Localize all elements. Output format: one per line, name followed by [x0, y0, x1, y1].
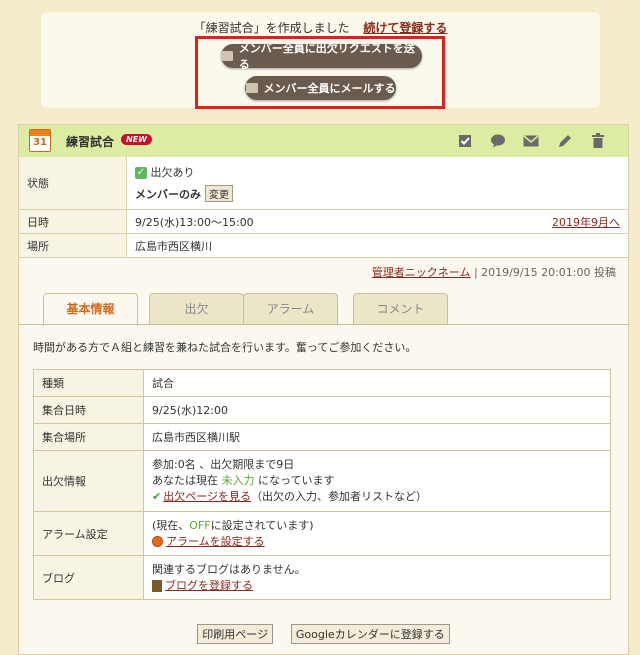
attendance-flag: 出欠あり	[150, 166, 195, 179]
event-panel: 31 練習試合 NEW 状態 ✓ 出欠あり メンバーのみ 変更 日時 9/25(…	[18, 124, 629, 655]
comment-icon[interactable]	[490, 133, 506, 149]
bottom-buttons: 印刷用ページ Googleカレンダーに登録する	[19, 624, 628, 644]
meet-time-label: 集合日時	[33, 396, 144, 424]
register-blog-link[interactable]: ブログを登録する	[165, 579, 253, 592]
status-value: ✓ 出欠あり メンバーのみ 変更	[126, 157, 628, 210]
attendance-status-line: あなたは現在 未入力 になっています	[152, 473, 602, 489]
checkmark-icon: ✓	[135, 167, 147, 179]
posted-info: 管理者ニックネーム | 2019/9/15 20:01:00 投稿	[372, 264, 616, 280]
attendance-info-value: 参加:0名 、出欠期限まで9日 あなたは現在 未入力 になっています ✔ 出欠ペー…	[143, 450, 611, 512]
visibility-value: メンバーのみ	[135, 188, 201, 201]
notice-message-line: 「練習試合」を作成しました 続けて登録する	[41, 19, 600, 36]
posted-date: | 2019/9/15 20:01:00 投稿	[473, 266, 616, 279]
attendance-link-note: （出欠の入力、参加者リストなど）	[251, 490, 427, 503]
date-value: 9/25(水)13:00〜15:00	[135, 215, 254, 229]
blog-icon	[152, 579, 162, 592]
event-header: 31 練習試合 NEW	[19, 125, 628, 158]
table-row: 種類 試合	[33, 369, 611, 397]
trash-icon[interactable]	[590, 133, 606, 149]
print-page-button[interactable]: 印刷用ページ	[197, 624, 274, 644]
blog-none-text: 関連するブログはありません。	[152, 562, 306, 576]
alarm-clock-icon	[152, 536, 163, 547]
edit-icon[interactable]	[557, 133, 573, 149]
place-label: 場所	[19, 233, 127, 258]
continue-register-link[interactable]: 続けて登録する	[363, 21, 447, 35]
set-alarm-link[interactable]: アラームを設定する	[166, 535, 265, 548]
meet-time-value: 9/25(水)12:00	[143, 396, 611, 424]
tab-alarm[interactable]: アラーム	[243, 293, 338, 325]
notice-message: 「練習試合」を作成しました	[193, 21, 350, 35]
event-title: 練習試合	[66, 135, 115, 149]
status-unentered: 未入力	[221, 474, 255, 487]
attendance-summary: 参加:0名 、出欠期限まで9日	[152, 458, 295, 471]
type-label: 種類	[33, 369, 144, 397]
tab-attendance[interactable]: 出欠	[149, 293, 244, 325]
status-prefix: あなたは現在	[152, 474, 218, 487]
google-calendar-button[interactable]: Googleカレンダーに登録する	[290, 624, 450, 644]
checkmark-icon: ✔	[152, 490, 162, 503]
table-row: 集合場所 広島市西区横川駅	[33, 423, 611, 451]
detail-table: 種類 試合 集合日時 9/25(水)12:00 集合場所 広島市西区横川駅 出欠…	[33, 369, 611, 600]
month-link[interactable]: 2019年9月へ	[552, 214, 620, 230]
status-label: 状態	[19, 157, 127, 210]
alarm-setting-label: アラーム設定	[33, 511, 144, 556]
alarm-off-text: OFF	[189, 518, 211, 532]
mail-icon[interactable]	[523, 133, 539, 149]
author-link[interactable]: 管理者ニックネーム	[372, 266, 471, 279]
blog-value: 関連するブログはありません。 ブログを登録する	[143, 555, 611, 600]
tab-basic-info[interactable]: 基本情報	[43, 293, 138, 326]
event-description: 時間がある方でＡ組と練習を兼ねた試合を行います。奮ってご参加ください。	[33, 341, 417, 354]
status-row: 状態 ✓ 出欠あり メンバーのみ 変更	[19, 157, 628, 210]
attendance-info-label: 出欠情報	[33, 450, 144, 512]
date-label: 日時	[19, 209, 127, 234]
place-value: 広島市西区横川	[126, 233, 628, 258]
tab-divider	[19, 324, 628, 325]
date-cell: 9/25(水)13:00〜15:00 2019年9月へ	[126, 209, 628, 234]
table-row: 出欠情報 参加:0名 、出欠期限まで9日 あなたは現在 未入力 になっています …	[33, 450, 611, 512]
tab-comment[interactable]: コメント	[353, 293, 448, 325]
alarm-suffix: に設定されています)	[210, 518, 314, 532]
checkbox-icon[interactable]	[457, 133, 473, 149]
place-row: 場所 広島市西区横川	[19, 233, 628, 258]
type-value: 試合	[143, 369, 611, 397]
change-visibility-button[interactable]: 変更	[205, 185, 233, 202]
table-row: 集合日時 9/25(水)12:00	[33, 396, 611, 424]
status-suffix: になっています	[258, 474, 335, 487]
alarm-setting-value: (現在、OFFに設定されています) アラームを設定する	[143, 511, 611, 556]
alarm-prefix: (現在、	[152, 518, 190, 532]
meet-place-label: 集合場所	[33, 423, 144, 451]
table-row: ブログ 関連するブログはありません。 ブログを登録する	[33, 555, 611, 600]
table-row: アラーム設定 (現在、OFFに設定されています) アラームを設定する	[33, 511, 611, 556]
attendance-page-link[interactable]: 出欠ページを見る	[163, 490, 251, 503]
calendar-icon: 31	[29, 129, 51, 152]
highlight-frame	[195, 36, 445, 109]
blog-label: ブログ	[33, 555, 144, 600]
meet-place-value: 広島市西区横川駅	[143, 423, 611, 451]
event-info-table: 状態 ✓ 出欠あり メンバーのみ 変更 日時 9/25(水)13:00〜15:00…	[19, 157, 628, 258]
calendar-day: 31	[33, 137, 47, 148]
new-badge: NEW	[121, 134, 152, 145]
date-row: 日時 9/25(水)13:00〜15:00 2019年9月へ	[19, 209, 628, 234]
